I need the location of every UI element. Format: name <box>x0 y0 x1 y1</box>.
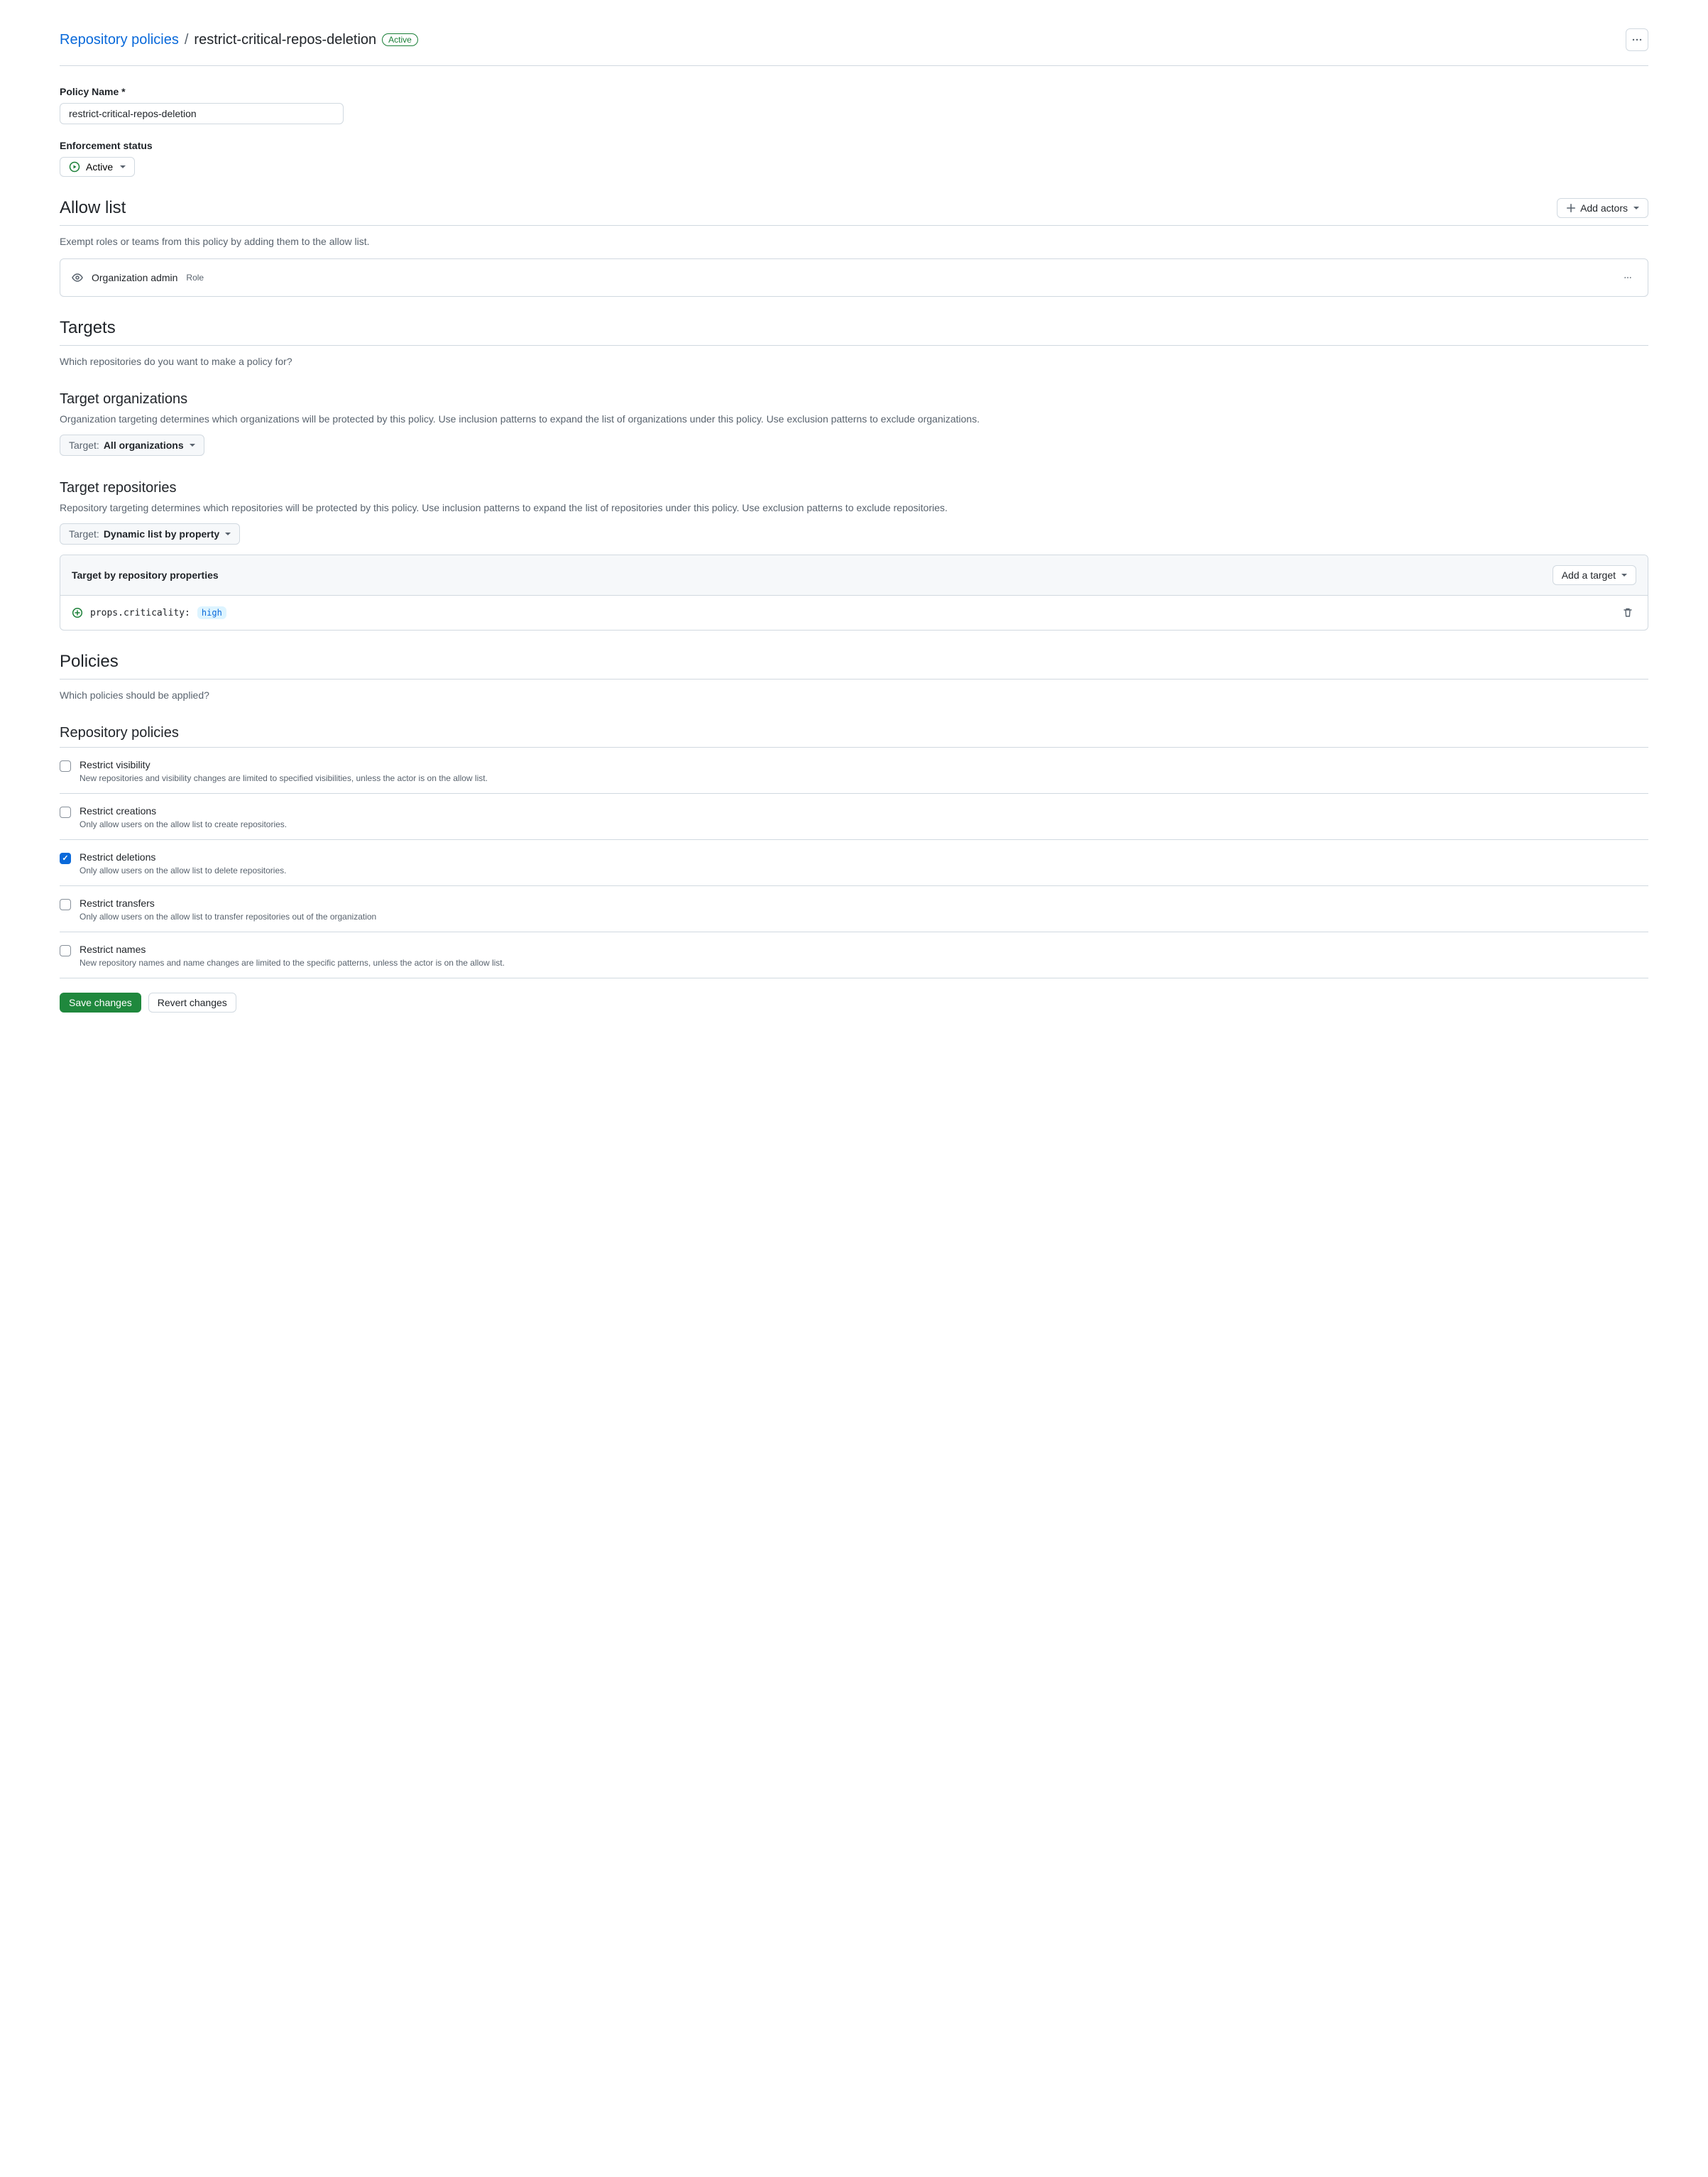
chevron-down-icon <box>1621 574 1627 577</box>
policy-item: Restrict visibility New repositories and … <box>60 748 1648 794</box>
eye-icon <box>72 272 83 283</box>
chevron-down-icon <box>190 444 195 447</box>
add-target-button[interactable]: Add a target <box>1553 565 1636 585</box>
policy-description: Only allow users on the allow list to de… <box>80 866 286 875</box>
target-property-row: props.criticality: high <box>60 596 1648 630</box>
target-repositories-value: Dynamic list by property <box>104 528 219 540</box>
plus-icon <box>1566 203 1576 213</box>
policy-title: Restrict transfers <box>80 897 376 909</box>
target-organizations-value: All organizations <box>104 440 184 451</box>
chevron-down-icon <box>225 533 231 535</box>
chevron-down-icon <box>1633 207 1639 209</box>
policy-checkbox[interactable] <box>60 807 71 818</box>
policies-description: Which policies should be applied? <box>60 689 1648 701</box>
policy-title: Restrict deletions <box>80 851 286 863</box>
enforcement-status-value: Active <box>86 161 113 173</box>
kebab-icon <box>1631 34 1643 45</box>
breadcrumb-separator: / <box>185 32 189 48</box>
target-organizations-label: Target: <box>69 440 99 451</box>
target-properties-title: Target by repository properties <box>72 569 219 581</box>
enforcement-status-dropdown[interactable]: Active <box>60 157 135 177</box>
add-actors-button[interactable]: Add actors <box>1557 198 1648 218</box>
policy-description: New repositories and visibility changes … <box>80 773 488 783</box>
policy-checkbox[interactable] <box>60 760 71 772</box>
enforcement-status-label: Enforcement status <box>60 140 1648 151</box>
allow-list-heading: Allow list <box>60 198 126 218</box>
policy-item: ✓ Restrict deletions Only allow users on t… <box>60 840 1648 886</box>
allow-list-item-menu[interactable] <box>1619 269 1636 286</box>
kebab-icon <box>1624 272 1632 283</box>
chevron-down-icon <box>120 165 126 168</box>
trash-icon <box>1622 607 1633 618</box>
breadcrumb-root-link[interactable]: Repository policies <box>60 32 179 48</box>
repository-policies-heading: Repository policies <box>60 725 1648 741</box>
target-property-key: props.criticality: <box>90 608 190 618</box>
save-button[interactable]: Save changes <box>60 993 141 1013</box>
allow-list-item-name: Organization admin <box>92 272 177 283</box>
policy-item: Restrict names New repository names and n… <box>60 932 1648 978</box>
policy-description: Only allow users on the allow list to cr… <box>80 819 287 829</box>
target-repositories-heading: Target repositories <box>60 480 1648 496</box>
plus-circle-icon <box>72 607 83 618</box>
targets-heading: Targets <box>60 318 116 338</box>
allow-list-item-type: Role <box>186 273 204 283</box>
policy-checkbox[interactable] <box>60 899 71 910</box>
target-properties-box: Target by repository properties Add a ta… <box>60 555 1648 631</box>
allow-list-item: Organization admin Role <box>60 259 1648 296</box>
policy-description: Only allow users on the allow list to tr… <box>80 912 376 922</box>
target-repositories-label: Target: <box>69 528 99 540</box>
target-repositories-description: Repository targeting determines which re… <box>60 502 1648 513</box>
policy-item: Restrict creations Only allow users on th… <box>60 794 1648 840</box>
policy-item: Restrict transfers Only allow users on th… <box>60 886 1648 932</box>
play-circle-icon <box>69 161 80 173</box>
target-repositories-dropdown[interactable]: Target: Dynamic list by property <box>60 523 240 545</box>
target-property-value: high <box>197 606 226 619</box>
targets-description: Which repositories do you want to make a… <box>60 356 1648 367</box>
target-organizations-heading: Target organizations <box>60 391 1648 408</box>
allow-list-card: Organization admin Role <box>60 258 1648 297</box>
add-actors-label: Add actors <box>1580 202 1628 214</box>
kebab-menu-button[interactable] <box>1626 28 1648 51</box>
policy-name-input[interactable] <box>60 103 344 124</box>
status-badge: Active <box>382 33 418 46</box>
policy-name-label: Policy Name * <box>60 86 1648 97</box>
delete-target-button[interactable] <box>1619 604 1636 621</box>
policies-heading: Policies <box>60 652 119 672</box>
revert-button[interactable]: Revert changes <box>148 993 236 1013</box>
policy-list: Restrict visibility New repositories and … <box>60 747 1648 978</box>
target-organizations-description: Organization targeting determines which … <box>60 413 1648 425</box>
breadcrumb: Repository policies / restrict-critical-… <box>60 32 418 48</box>
policy-checkbox[interactable]: ✓ <box>60 853 71 864</box>
policy-checkbox[interactable] <box>60 945 71 956</box>
policy-title: Restrict visibility <box>80 759 488 770</box>
policy-title: Restrict names <box>80 944 505 955</box>
allow-list-description: Exempt roles or teams from this policy b… <box>60 236 1648 247</box>
target-organizations-dropdown[interactable]: Target: All organizations <box>60 435 204 456</box>
breadcrumb-current: restrict-critical-repos-deletion <box>194 32 376 48</box>
policy-description: New repository names and name changes ar… <box>80 958 505 968</box>
checkmark-icon: ✓ <box>62 855 68 863</box>
policy-title: Restrict creations <box>80 805 287 817</box>
add-target-label: Add a target <box>1562 569 1616 581</box>
